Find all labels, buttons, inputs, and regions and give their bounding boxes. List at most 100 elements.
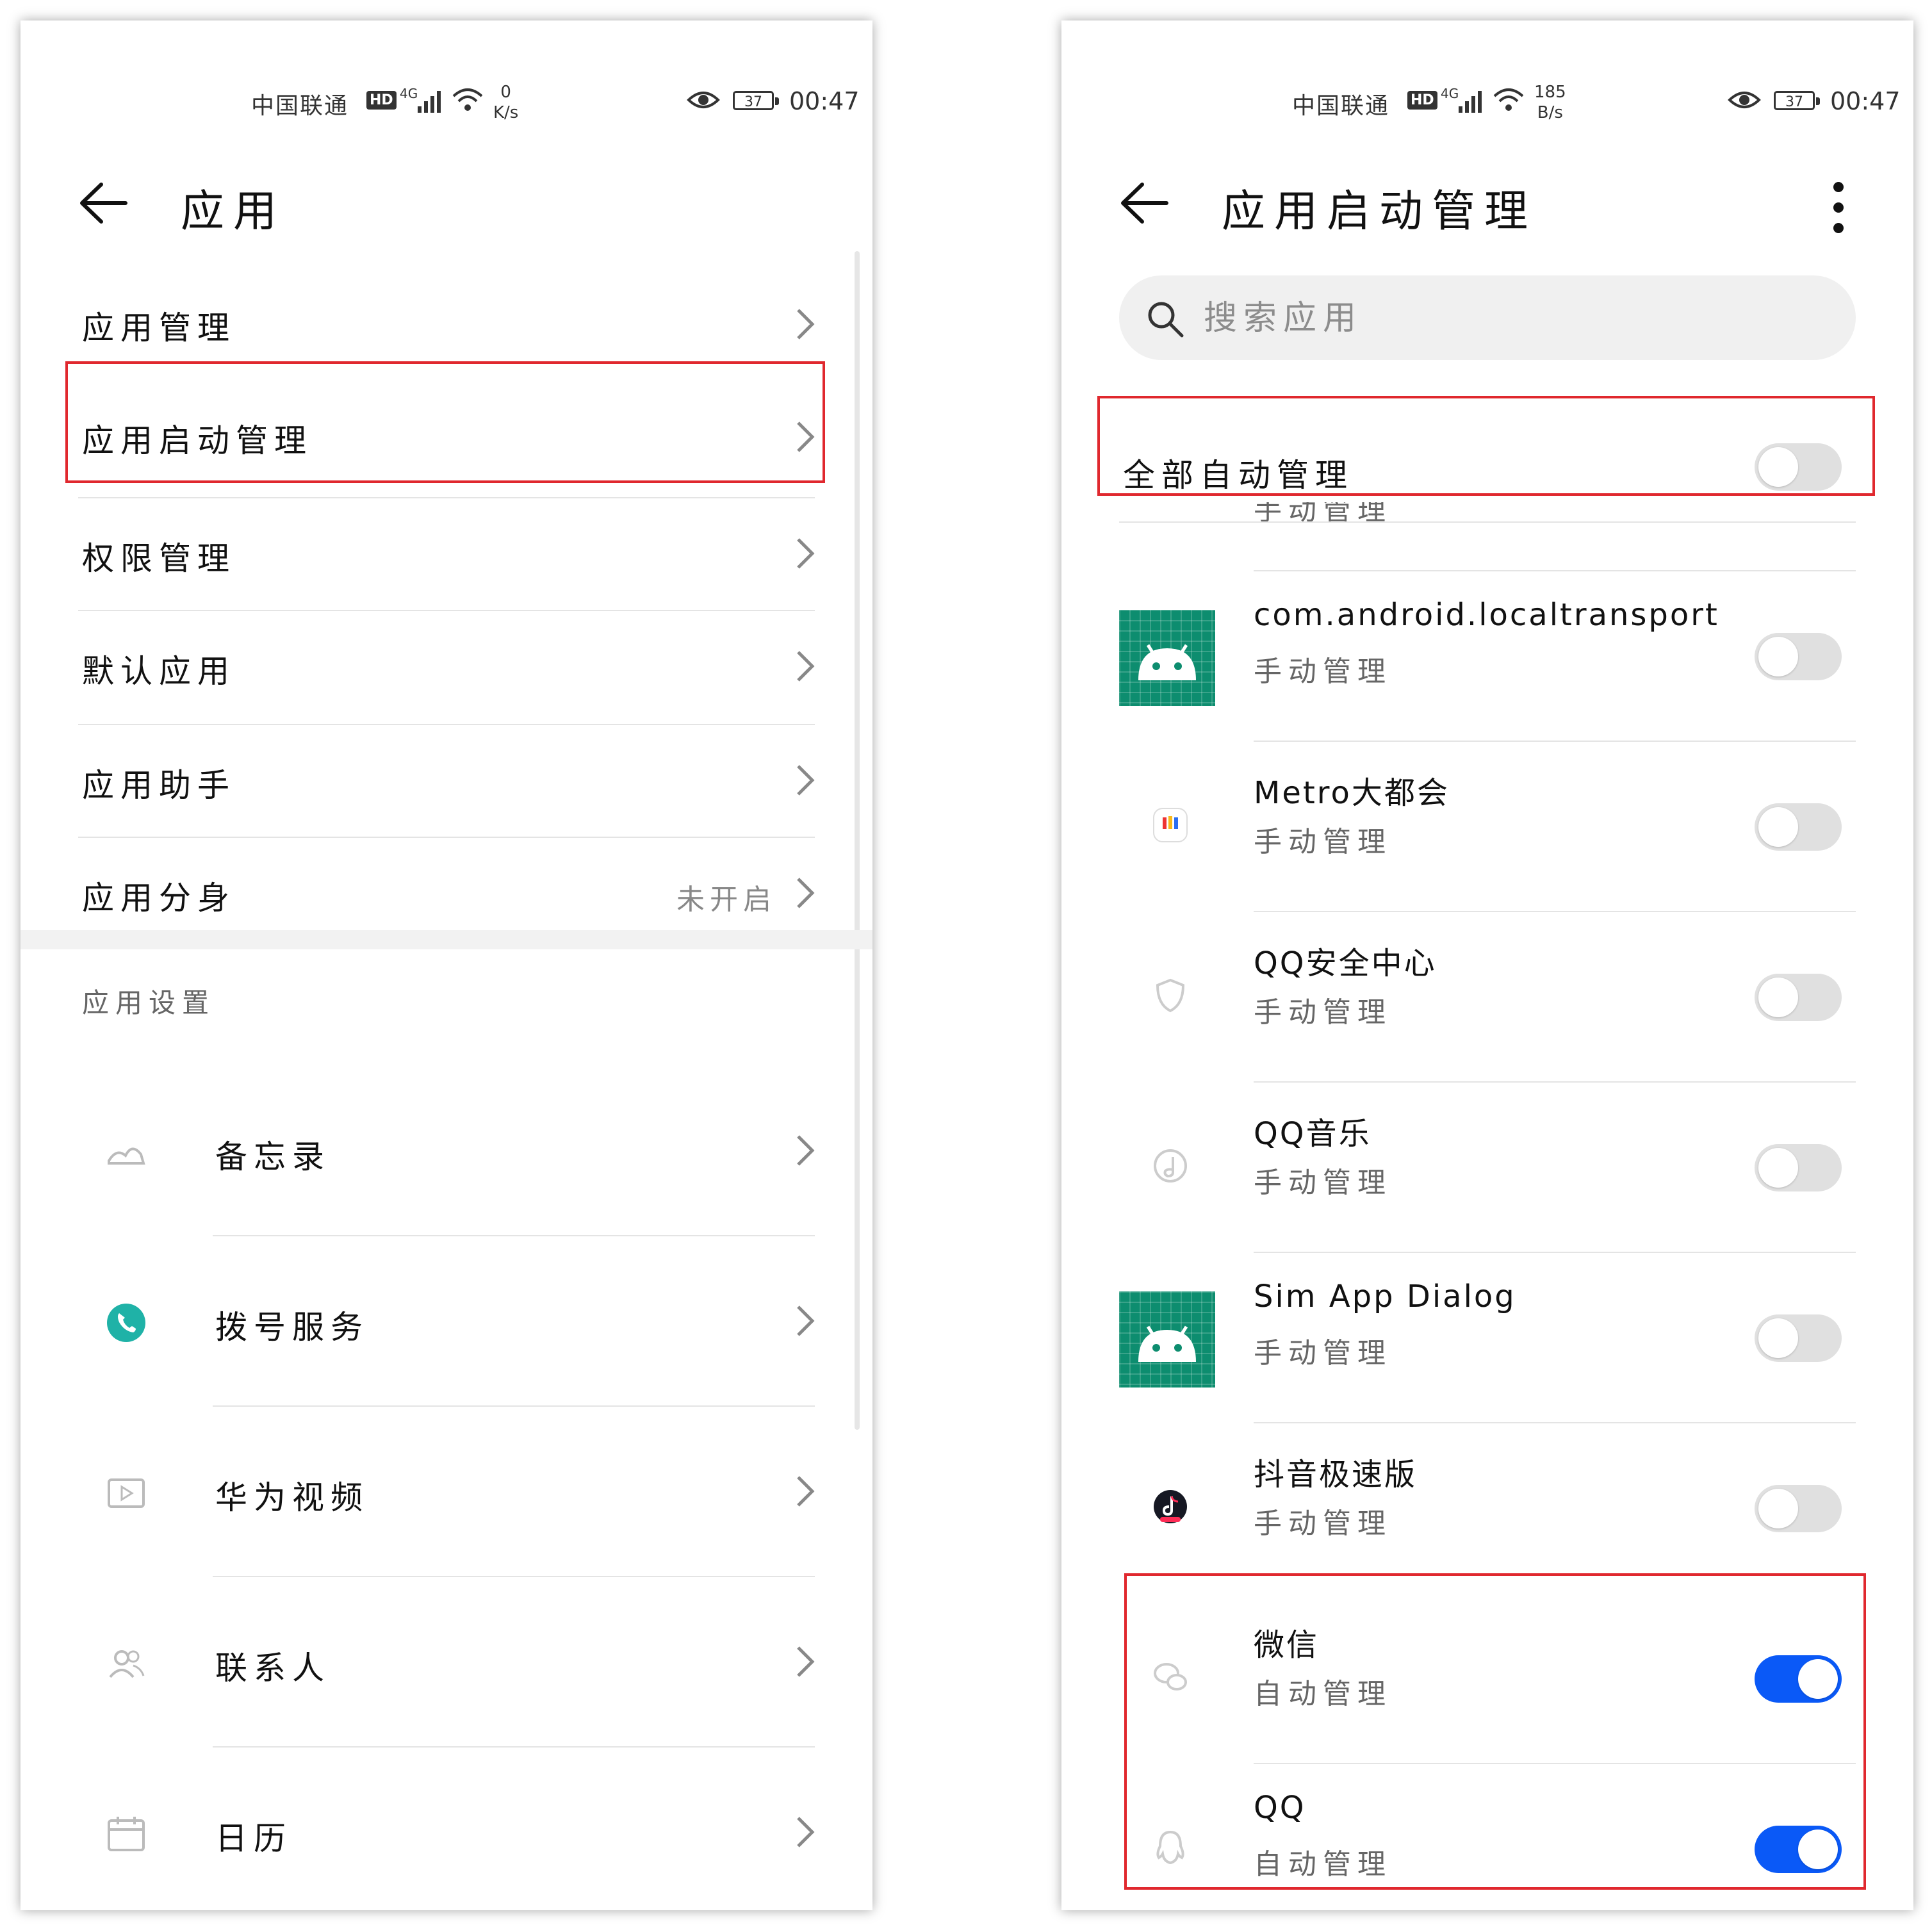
app-bar: 应用启动管理 [1061,155,1913,251]
chevron-right-icon [797,1646,815,1677]
app-launch-mode: 手动管理 [1254,1507,1392,1540]
more-options-icon[interactable] [1829,182,1848,233]
app-launch-mode: 手动管理 [1254,826,1392,858]
search-icon [1148,302,1184,338]
app-row-douyin-lite[interactable]: 抖音极速版 手动管理 [1061,1423,1913,1594]
app-row-qq-music[interactable]: QQ音乐 手动管理 [1061,1083,1913,1253]
carrier-label: 中国联通 [1292,93,1390,119]
app-row-calendar[interactable]: 日历 [20,1748,872,1910]
page-title: 应用启动管理 [1222,186,1537,237]
network-speed: 0 K/s [493,83,519,122]
menu-item-permissions[interactable]: 权限管理 [20,497,872,610]
app-name: Sim App Dialog [1254,1279,1516,1314]
wifi-icon [452,88,483,111]
menu-item-default-apps[interactable]: 默认应用 [20,610,872,724]
menu-item-label: 应用管理 [82,309,236,347]
app-name: QQ安全中心 [1254,946,1437,981]
peek-label: 手动管理 [1254,502,1392,527]
highlight-box [65,361,825,483]
launch-toggle[interactable] [1755,974,1842,1021]
back-arrow-icon[interactable] [1119,181,1170,225]
memo-icon [108,1147,145,1165]
app-row-metro[interactable]: Metro大都会 手动管理 [1061,742,1913,912]
launch-toggle[interactable] [1755,1144,1842,1191]
app-launch-mode: 手动管理 [1254,655,1392,688]
app-row-contacts[interactable]: 联系人 [20,1577,872,1748]
eye-comfort-icon [687,92,720,108]
app-label: 华为视频 [215,1479,369,1516]
launch-toggle[interactable] [1755,633,1842,680]
app-label: 日历 [215,1820,292,1857]
chevron-right-icon [797,1476,815,1507]
chevron-right-icon [797,878,815,908]
android-icon [1119,1291,1215,1388]
app-launch-mode: 手动管理 [1254,1167,1392,1199]
highlight-box [1124,1573,1866,1890]
menu-item-label: 权限管理 [82,540,236,577]
launch-toggle[interactable] [1755,1314,1842,1362]
app-name: 抖音极速版 [1254,1457,1418,1493]
wifi-icon [1493,88,1524,111]
android-icon [1119,610,1215,706]
app-row-sim-app-dialog[interactable]: Sim App Dialog 手动管理 [1061,1253,1913,1423]
app-name: QQ音乐 [1254,1116,1371,1152]
calendar-icon [108,1817,145,1851]
app-name: Metro大都会 [1254,775,1450,811]
status-bar: 中国联通 HD 4G 185 B/s 37 00:47 [1061,59,1913,123]
hd-badge: HD [366,91,397,110]
shield-icon [1156,978,1185,1013]
chevron-right-icon [797,765,815,796]
list-peek: 手动管理 [1061,502,1913,571]
highlight-box [1097,396,1875,496]
chevron-right-icon [797,1817,815,1847]
phone-icon [107,1304,145,1342]
settings-apps-screen: 中国联通 HD 4G 0 K/s 37 00:47 应用 应用管理 应用启动管理… [20,20,872,1910]
chevron-right-icon [797,1306,815,1336]
search-bar[interactable] [1119,275,1856,360]
app-row-localtransport[interactable]: com.android.localtransport 手动管理 [1061,571,1913,742]
app-name: com.android.localtransport [1254,597,1719,633]
network-type: 4G [400,86,418,101]
menu-item-label: 默认应用 [82,653,236,690]
chevron-right-icon [797,651,815,682]
clock: 00:47 [1830,87,1901,115]
carrier-label: 中国联通 [251,93,349,119]
network-speed: 185 B/s [1534,83,1566,122]
section-title: 应用设置 [82,987,216,1019]
app-row-dialer[interactable]: 拨号服务 [20,1236,872,1407]
status-bar: 中国联通 HD 4G 0 K/s 37 00:47 [20,59,872,123]
chevron-right-icon [797,538,815,569]
launch-toggle[interactable] [1755,803,1842,851]
launch-toggle[interactable] [1755,1485,1842,1532]
battery-icon: 37 [733,91,779,110]
app-label: 备忘录 [215,1138,331,1175]
clock: 00:47 [789,87,860,115]
tiktok-icon [1154,1490,1187,1523]
section-separator [20,930,872,949]
app-row-memo[interactable]: 备忘录 [20,1066,872,1236]
divider [1119,521,1856,523]
app-launch-screen: 中国联通 HD 4G 185 B/s 37 00:47 应用启动管理 搜索应用 … [1061,20,1913,1910]
network-type: 4G [1441,86,1459,101]
menu-item-label: 应用助手 [82,767,236,804]
search-input[interactable] [1202,291,1813,346]
app-launch-mode: 手动管理 [1254,1337,1392,1370]
app-bar: 应用 [20,155,872,251]
eye-comfort-icon [1728,92,1761,108]
app-twin-status: 未开启 [676,883,776,916]
app-launch-mode: 手动管理 [1254,996,1392,1029]
app-label: 拨号服务 [215,1309,369,1346]
signal-icon [1459,91,1482,113]
battery-icon: 37 [1774,91,1820,110]
app-row-huawei-video[interactable]: 华为视频 [20,1407,872,1577]
hd-badge: HD [1407,91,1437,110]
video-icon [108,1478,145,1508]
contacts-icon [109,1650,145,1678]
page-title: 应用 [181,186,286,237]
back-arrow-icon[interactable] [78,181,129,225]
app-label: 联系人 [215,1650,331,1687]
menu-item-app-assistant[interactable]: 应用助手 [20,724,872,837]
metro-icon [1153,808,1188,842]
app-row-qq-security[interactable]: QQ安全中心 手动管理 [1061,912,1913,1083]
menu-item-label: 应用分身 [82,880,236,917]
